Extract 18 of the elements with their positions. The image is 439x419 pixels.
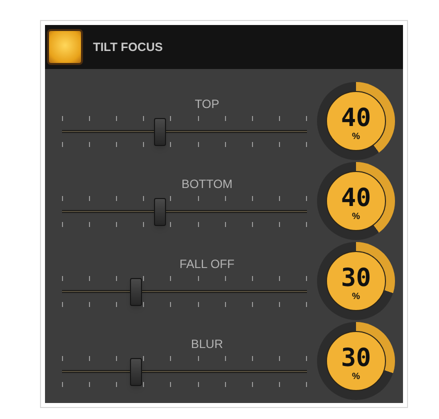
slider-label: BLUR	[190, 336, 223, 352]
value-readout: 30	[340, 345, 372, 371]
slider-label: BOTTOM	[181, 176, 233, 192]
slider-label: FALL OFF	[180, 256, 234, 272]
unit-label: %	[352, 131, 360, 141]
slider-thumb[interactable]	[130, 278, 142, 306]
slider-label: TOP	[194, 96, 220, 112]
value-readout: 30	[340, 265, 372, 291]
slider-thumb[interactable]	[130, 358, 142, 386]
panel-title: TILT FOCUS	[93, 39, 163, 56]
unit-label: %	[352, 211, 360, 221]
unit-label: %	[352, 291, 360, 301]
unit-label: %	[352, 371, 360, 381]
value-readout: 40	[340, 185, 372, 211]
enable-toggle[interactable]	[47, 29, 83, 65]
slider-thumb[interactable]	[154, 118, 166, 146]
value-readout: 40	[340, 105, 372, 131]
slider-thumb[interactable]	[154, 198, 166, 226]
